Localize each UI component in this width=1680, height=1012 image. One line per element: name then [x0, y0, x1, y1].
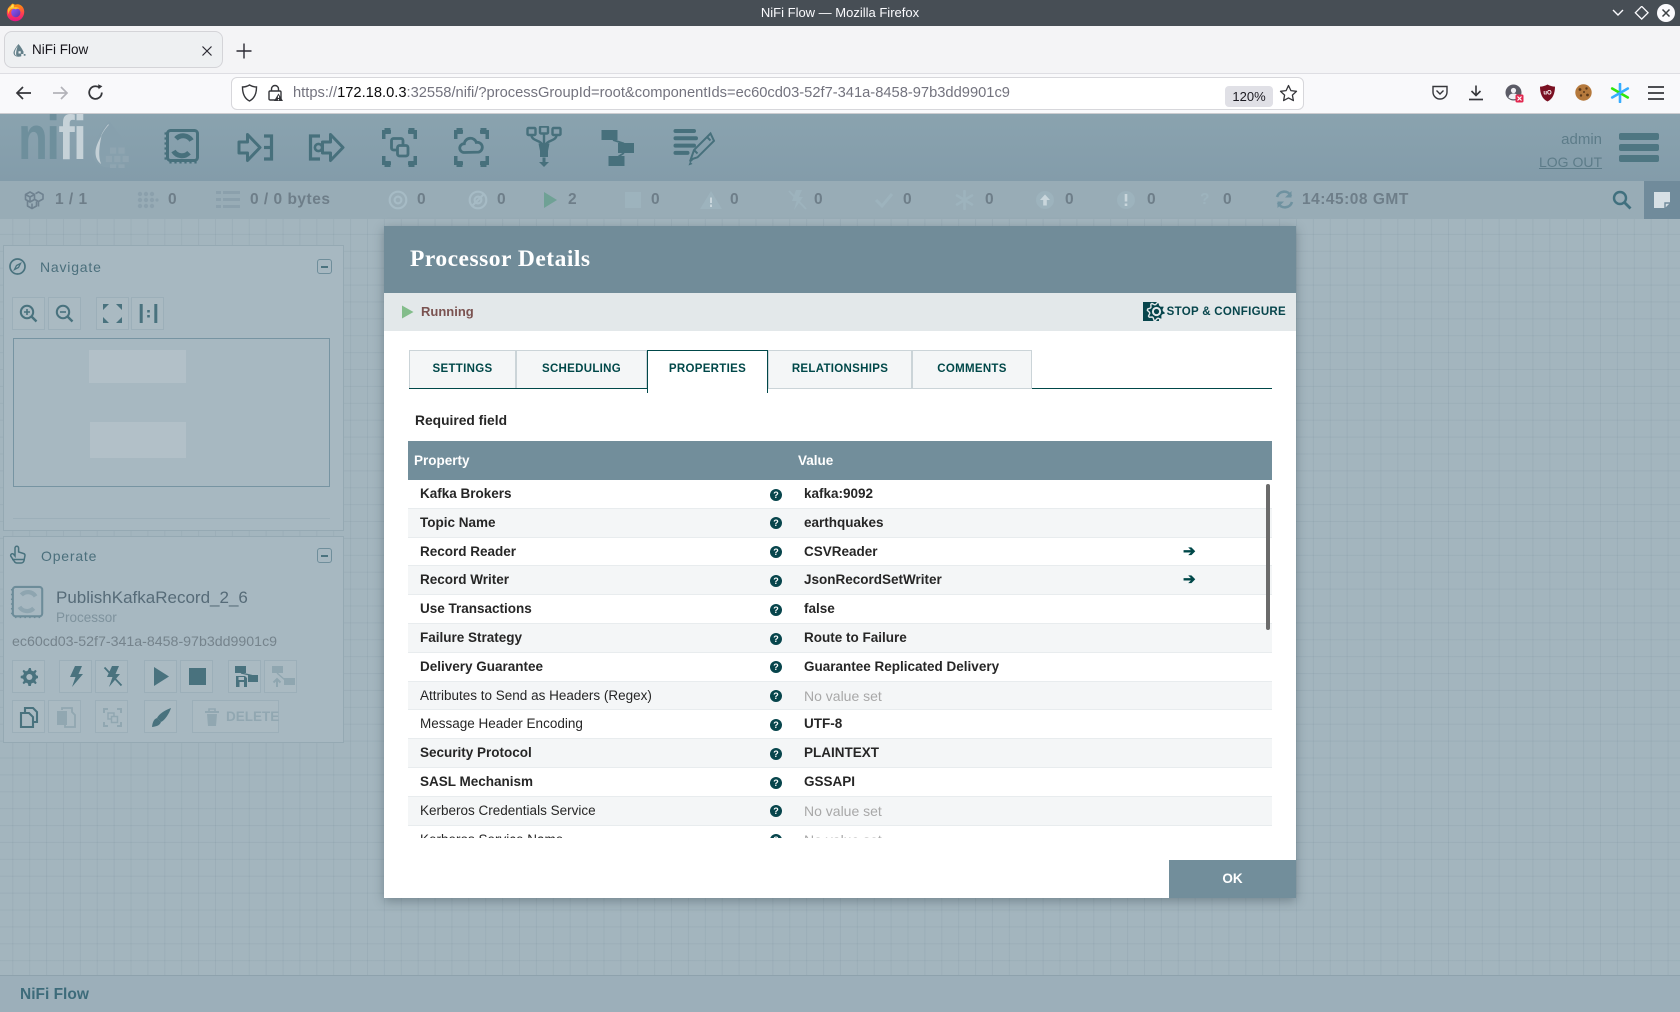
- svg-text:uO: uO: [1543, 91, 1552, 97]
